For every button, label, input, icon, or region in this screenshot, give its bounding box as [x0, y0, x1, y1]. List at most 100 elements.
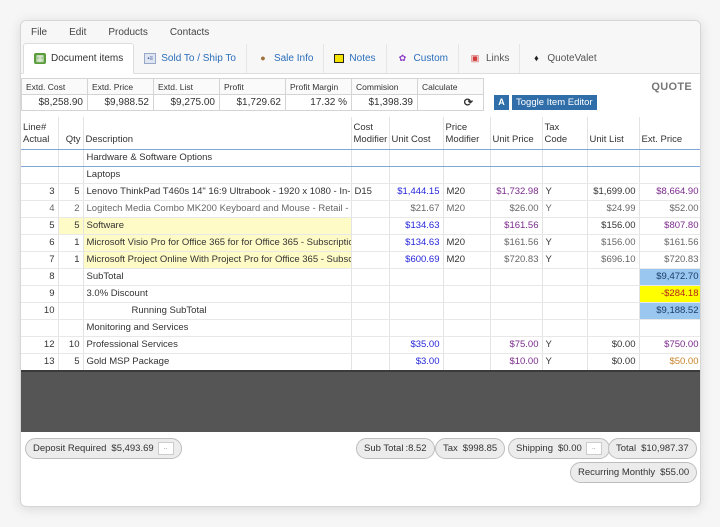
cell-unit-list[interactable]: [587, 166, 640, 184]
cell-unit-cost[interactable]: [389, 319, 444, 337]
menu-file[interactable]: File: [31, 27, 47, 38]
cell-price-modifier[interactable]: [443, 268, 491, 286]
cell-line-number[interactable]: [21, 166, 59, 184]
cell-description[interactable]: Microsoft Project Online With Project Pr…: [83, 251, 352, 269]
cell-price-modifier[interactable]: [443, 285, 491, 303]
cell-description[interactable]: Microsoft Visio Pro for Office 365 for f…: [83, 234, 352, 252]
shipping-pill[interactable]: Shipping $0.00 ..: [508, 438, 610, 459]
cell-cost-modifier[interactable]: [351, 353, 390, 371]
cell-qty[interactable]: [58, 166, 84, 184]
tab-custom[interactable]: ✿ Custom: [387, 44, 459, 73]
cell-unit-list[interactable]: [587, 149, 640, 167]
cell-description[interactable]: 3.0% Discount: [83, 285, 352, 303]
cell-description[interactable]: Running SubTotal: [83, 302, 352, 320]
cell-price-modifier[interactable]: [443, 336, 491, 354]
cell-price-modifier[interactable]: [443, 302, 491, 320]
cell-unit-list[interactable]: [587, 302, 640, 320]
cell-ext-price[interactable]: $750.00: [639, 336, 700, 354]
cell-unit-list[interactable]: [587, 285, 640, 303]
cell-cost-modifier[interactable]: [351, 319, 390, 337]
cell-price-modifier[interactable]: [443, 149, 491, 167]
cell-unit-cost[interactable]: $1,444.15: [389, 183, 444, 201]
col-line-actual[interactable]: Line# Actual: [21, 117, 59, 150]
cell-tax-code[interactable]: [542, 149, 588, 167]
cell-ext-price[interactable]: [639, 319, 700, 337]
cell-price-modifier[interactable]: [443, 217, 491, 235]
cell-qty[interactable]: 1: [58, 234, 84, 252]
cell-cost-modifier[interactable]: [351, 285, 390, 303]
col-ext-price[interactable]: Ext. Price: [639, 117, 700, 150]
cell-tax-code[interactable]: Y: [542, 353, 588, 371]
cell-tax-code[interactable]: [542, 319, 588, 337]
cell-unit-price[interactable]: [490, 319, 543, 337]
cell-ext-price[interactable]: -$284.18: [639, 285, 700, 303]
cell-unit-cost[interactable]: $3.00: [389, 353, 444, 371]
table-row[interactable]: Laptops: [21, 166, 700, 184]
cell-cost-modifier[interactable]: [351, 166, 390, 184]
tab-quotevalet[interactable]: ♦ QuoteValet: [520, 44, 606, 73]
table-row[interactable]: 6 1 Microsoft Visio Pro for Office 365 for…: [21, 234, 700, 252]
cell-tax-code[interactable]: [542, 217, 588, 235]
cell-tax-code[interactable]: [542, 268, 588, 286]
cell-line-number[interactable]: [21, 319, 59, 337]
cell-description[interactable]: Logitech Media Combo MK200 Keyboard and …: [83, 200, 352, 218]
cell-cost-modifier[interactable]: D15: [351, 183, 390, 201]
cell-cost-modifier[interactable]: [351, 336, 390, 354]
cell-tax-code[interactable]: Y: [542, 200, 588, 218]
cell-cost-modifier[interactable]: [351, 302, 390, 320]
cell-ext-price[interactable]: $8,664.90: [639, 183, 700, 201]
cell-price-modifier[interactable]: [443, 166, 491, 184]
cell-unit-cost[interactable]: $21.67: [389, 200, 444, 218]
cell-unit-cost[interactable]: [389, 285, 444, 303]
cell-cost-modifier[interactable]: [351, 217, 390, 235]
cell-unit-price[interactable]: [490, 302, 543, 320]
col-tax-code[interactable]: Tax Code: [542, 117, 588, 150]
cell-description[interactable]: Lenovo ThinkPad T460s 14" 16:9 Ultrabook…: [83, 183, 352, 201]
shipping-more-button[interactable]: ..: [585, 442, 602, 455]
cell-qty[interactable]: [58, 302, 84, 320]
cell-description[interactable]: Monitoring and Services: [83, 319, 352, 337]
refresh-icon[interactable]: ⟳: [464, 97, 473, 109]
cell-price-modifier[interactable]: M20: [443, 251, 491, 269]
cell-unit-list[interactable]: [587, 319, 640, 337]
cell-description[interactable]: Gold MSP Package: [83, 353, 352, 371]
cell-qty[interactable]: 10: [58, 336, 84, 354]
cell-unit-price[interactable]: $75.00: [490, 336, 543, 354]
cell-ext-price[interactable]: [639, 149, 700, 167]
cell-tax-code[interactable]: [542, 166, 588, 184]
cell-unit-cost[interactable]: [389, 166, 444, 184]
table-row[interactable]: 12 10 Professional Services $35.00 $75.00 Y $0…: [21, 336, 700, 354]
cell-unit-cost[interactable]: $35.00: [389, 336, 444, 354]
cell-cost-modifier[interactable]: [351, 268, 390, 286]
cell-line-number[interactable]: 13: [21, 353, 59, 371]
cell-unit-list[interactable]: $696.10: [587, 251, 640, 269]
cell-price-modifier[interactable]: [443, 319, 491, 337]
cell-unit-list[interactable]: $156.00: [587, 234, 640, 252]
cell-unit-price[interactable]: $1,732.98: [490, 183, 543, 201]
cell-description[interactable]: Software: [83, 217, 352, 235]
table-row[interactable]: 5 5 Software $134.63 $161.56 $156.00 $807.80: [21, 217, 700, 235]
a-button[interactable]: A: [494, 95, 509, 110]
cell-tax-code[interactable]: Y: [542, 336, 588, 354]
deposit-required-pill[interactable]: Deposit Required $5,493.69 ..: [25, 438, 182, 459]
cell-unit-cost[interactable]: $134.63: [389, 234, 444, 252]
tab-sale-info[interactable]: ● Sale Info: [247, 44, 325, 73]
col-cost-modifier[interactable]: Cost Modifier: [351, 117, 390, 150]
cell-cost-modifier[interactable]: [351, 149, 390, 167]
cell-description[interactable]: SubTotal: [83, 268, 352, 286]
cell-unit-cost[interactable]: [389, 302, 444, 320]
table-row[interactable]: Monitoring and Services: [21, 319, 700, 337]
cell-unit-price[interactable]: $26.00: [490, 200, 543, 218]
cell-line-number[interactable]: [21, 149, 59, 167]
cell-qty[interactable]: [58, 285, 84, 303]
cell-unit-price[interactable]: $161.56: [490, 234, 543, 252]
cell-unit-price[interactable]: [490, 285, 543, 303]
cell-line-number[interactable]: 9: [21, 285, 59, 303]
cell-description[interactable]: Laptops: [83, 166, 352, 184]
menu-edit[interactable]: Edit: [69, 27, 86, 38]
table-row[interactable]: 10 Running SubTotal $9,188.52: [21, 302, 700, 320]
col-unit-list[interactable]: Unit List: [587, 117, 640, 150]
cell-ext-price[interactable]: $720.83: [639, 251, 700, 269]
cell-unit-cost[interactable]: $134.63: [389, 217, 444, 235]
table-row[interactable]: 13 5 Gold MSP Package $3.00 $10.00 Y $0.00 $50.…: [21, 353, 700, 371]
